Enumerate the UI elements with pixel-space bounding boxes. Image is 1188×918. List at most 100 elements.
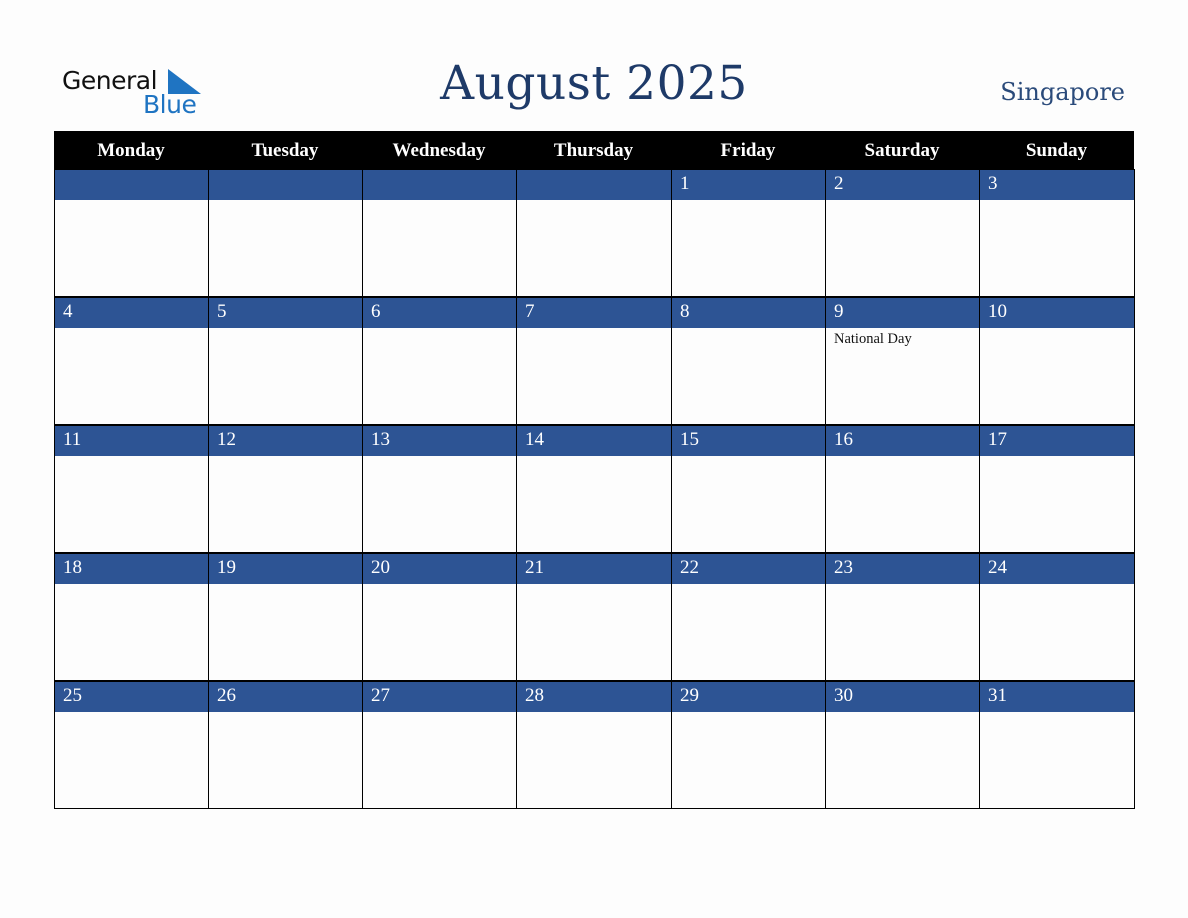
empty-day-cell bbox=[363, 169, 517, 297]
weekday-header: Sunday bbox=[1025, 140, 1088, 161]
date-band: 22 bbox=[672, 553, 825, 584]
date-band: 8 bbox=[672, 297, 825, 328]
day-number: 7 bbox=[525, 301, 535, 322]
holiday-event bbox=[209, 200, 362, 203]
holiday-event bbox=[55, 456, 208, 459]
day-number: 30 bbox=[834, 685, 853, 706]
day-number: 5 bbox=[217, 301, 227, 322]
date-band: 25 bbox=[55, 681, 208, 712]
day-cell: 15 bbox=[672, 425, 826, 553]
date-band: 27 bbox=[363, 681, 516, 712]
holiday-event bbox=[980, 584, 1134, 587]
day-cell: 25 bbox=[55, 681, 209, 809]
day-cell: 16 bbox=[826, 425, 980, 553]
date-band: 9 bbox=[826, 297, 979, 328]
date-band: 23 bbox=[826, 553, 979, 584]
day-cell: 10 bbox=[980, 297, 1135, 425]
holiday-event bbox=[826, 456, 979, 459]
holiday-event bbox=[363, 712, 516, 715]
day-cell: 12 bbox=[209, 425, 363, 553]
date-band: 28 bbox=[517, 681, 671, 712]
day-number: 2 bbox=[834, 173, 844, 194]
day-number: 17 bbox=[988, 429, 1007, 450]
weekday-header: Tuesday bbox=[251, 140, 319, 161]
day-cell: 28 bbox=[517, 681, 672, 809]
day-number: 23 bbox=[834, 557, 853, 578]
holiday-event bbox=[672, 456, 825, 459]
day-number: 3 bbox=[988, 173, 998, 194]
calendar-grid: Monday Tuesday Wednesday Thursday Friday… bbox=[54, 131, 1135, 809]
date-band bbox=[55, 169, 208, 200]
day-number: 13 bbox=[371, 429, 390, 450]
date-band: 7 bbox=[517, 297, 671, 328]
week-row: 11 12 13 14 15 16 17 bbox=[54, 425, 1135, 553]
day-number: 19 bbox=[217, 557, 236, 578]
empty-day-cell bbox=[517, 169, 672, 297]
week-row: 25 26 27 28 29 30 31 bbox=[54, 681, 1135, 809]
date-band: 1 bbox=[672, 169, 825, 200]
date-band: 21 bbox=[517, 553, 671, 584]
day-number: 14 bbox=[525, 429, 544, 450]
day-cell: 17 bbox=[980, 425, 1135, 553]
day-number: 11 bbox=[63, 429, 82, 450]
holiday-event bbox=[672, 200, 825, 203]
date-band: 29 bbox=[672, 681, 825, 712]
holiday-event bbox=[980, 456, 1134, 459]
day-number: 15 bbox=[680, 429, 699, 450]
day-cell: 13 bbox=[363, 425, 517, 553]
holiday-event bbox=[209, 456, 362, 459]
day-cell: 1 bbox=[672, 169, 826, 297]
holiday-event bbox=[517, 200, 671, 203]
weekday-header: Friday bbox=[720, 140, 776, 161]
day-number: 10 bbox=[988, 301, 1007, 322]
holiday-event bbox=[55, 200, 208, 203]
week-row: 4 5 6 7 8 9 National Day 10 bbox=[54, 297, 1135, 425]
day-number: 9 bbox=[834, 301, 844, 322]
date-band bbox=[363, 169, 516, 200]
holiday-event bbox=[980, 328, 1134, 331]
day-cell: 29 bbox=[672, 681, 826, 809]
day-cell: 24 bbox=[980, 553, 1135, 681]
date-band: 2 bbox=[826, 169, 979, 200]
day-number: 29 bbox=[680, 685, 699, 706]
day-number: 24 bbox=[988, 557, 1007, 578]
date-band: 12 bbox=[209, 425, 362, 456]
date-band: 18 bbox=[55, 553, 208, 584]
date-band: 3 bbox=[980, 169, 1134, 200]
day-cell: 6 bbox=[363, 297, 517, 425]
date-band: 31 bbox=[980, 681, 1134, 712]
day-cell: 19 bbox=[209, 553, 363, 681]
weekday-header: Wednesday bbox=[392, 140, 486, 161]
holiday-event bbox=[363, 200, 516, 203]
weekday-header: Monday bbox=[97, 140, 165, 161]
day-number: 25 bbox=[63, 685, 82, 706]
day-number: 20 bbox=[371, 557, 390, 578]
date-band bbox=[517, 169, 671, 200]
holiday-event bbox=[517, 456, 671, 459]
date-band: 24 bbox=[980, 553, 1134, 584]
day-cell: 14 bbox=[517, 425, 672, 553]
holiday-event: National Day bbox=[834, 331, 912, 347]
holiday-event bbox=[363, 584, 516, 587]
weekday-header-row: Monday Tuesday Wednesday Thursday Friday… bbox=[54, 131, 1134, 169]
day-cell: 11 bbox=[55, 425, 209, 553]
date-band: 30 bbox=[826, 681, 979, 712]
day-cell: 23 bbox=[826, 553, 980, 681]
holiday-event bbox=[55, 328, 208, 331]
week-row: 18 19 20 21 22 23 24 bbox=[54, 553, 1135, 681]
day-number: 31 bbox=[988, 685, 1007, 706]
holiday-event bbox=[517, 712, 671, 715]
date-band: 17 bbox=[980, 425, 1134, 456]
day-number: 27 bbox=[371, 685, 390, 706]
weekday-header: Saturday bbox=[864, 140, 940, 161]
day-number: 6 bbox=[371, 301, 381, 322]
date-band: 5 bbox=[209, 297, 362, 328]
day-cell: 27 bbox=[363, 681, 517, 809]
holiday-event bbox=[826, 584, 979, 587]
day-number: 12 bbox=[217, 429, 236, 450]
date-band: 19 bbox=[209, 553, 362, 584]
empty-day-cell bbox=[55, 169, 209, 297]
holiday-event bbox=[672, 328, 825, 331]
date-band: 15 bbox=[672, 425, 825, 456]
day-number: 21 bbox=[525, 557, 544, 578]
